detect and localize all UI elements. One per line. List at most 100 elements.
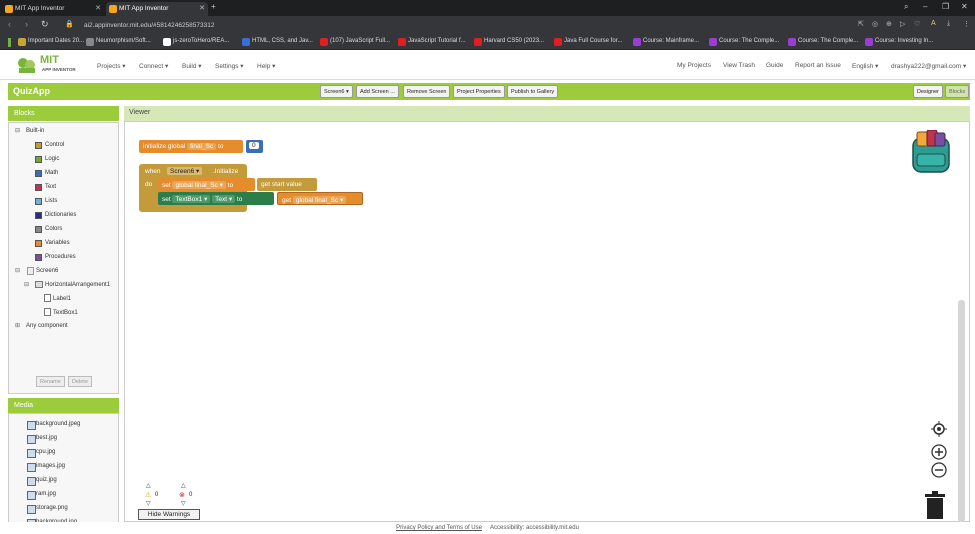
bookmark-item[interactable]: Course: The Comple...	[788, 38, 858, 46]
bookmark-item[interactable]: Course: The Comple...	[709, 38, 779, 46]
block-category-text[interactable]: Text	[35, 184, 56, 191]
blocks-button[interactable]: Blocks	[945, 85, 970, 98]
expand-any-component-icon[interactable]: ⊞	[15, 322, 20, 329]
menu-item[interactable]: Build ▾	[182, 62, 202, 70]
menu-item[interactable]: Report an Issue	[795, 62, 841, 69]
media-file[interactable]: best.jpg	[27, 435, 57, 444]
menu-item[interactable]: My Projects	[677, 62, 711, 69]
get-variable-dropdown[interactable]: global final_Sc ▾	[292, 196, 347, 204]
menu-item[interactable]: Projects ▾	[97, 62, 126, 70]
close-tab-icon[interactable]: ✕	[95, 4, 101, 12]
block-category-procedures[interactable]: Procedures	[35, 254, 76, 261]
toolbar-button[interactable]: Project Properties	[453, 85, 505, 98]
search-tabs-icon[interactable]: ⌕	[904, 2, 908, 12]
download-icon[interactable]: ⤓	[947, 20, 950, 28]
block-category-logic[interactable]: Logic	[35, 156, 59, 163]
block-category-control[interactable]: Control	[35, 142, 64, 149]
block-category-lists[interactable]: Lists	[35, 198, 57, 205]
designer-button[interactable]: Designer	[913, 85, 944, 98]
zoom-in-icon[interactable]	[931, 444, 947, 460]
bookmark-item[interactable]: HTML, CSS, and Jav...	[242, 38, 313, 46]
screen-dropdown[interactable]: Screen6 ▾	[167, 167, 203, 175]
errors-up-icon[interactable]: △	[181, 482, 186, 489]
back-icon[interactable]: ‹	[8, 19, 11, 29]
set-textbox-text-block[interactable]: set TextBox1 ▾ Text ▾ to	[158, 192, 274, 205]
menu-item[interactable]: Guide	[766, 62, 783, 69]
reload-icon[interactable]: ↻	[41, 19, 49, 30]
tree-any-component[interactable]: Any component	[26, 323, 68, 329]
new-tab-icon[interactable]: +	[211, 2, 216, 11]
privacy-policy-link[interactable]: Privacy Policy and Terms of Use	[396, 525, 482, 531]
media-file[interactable]: cpu.jpg	[27, 449, 55, 458]
bookmark-item[interactable]: JavaScript Tutorial f...	[398, 38, 466, 46]
block-category-colors[interactable]: Colors	[35, 226, 62, 233]
hide-warnings-button[interactable]: Hide Warnings	[138, 509, 200, 520]
property-dropdown[interactable]: Text ▾	[212, 195, 236, 203]
global-variable-dropdown[interactable]: global final_Sc ▾	[172, 181, 226, 189]
rename-button[interactable]: Rename	[36, 376, 65, 387]
menu-item[interactable]: Settings ▾	[215, 62, 244, 70]
block-category-math[interactable]: Math	[35, 170, 58, 177]
initialize-global-block[interactable]: initialize global final_Sc to	[139, 140, 243, 153]
collapse-arrangement-icon[interactable]: ⊟	[24, 281, 29, 288]
media-file[interactable]: background.jpeg	[27, 421, 80, 430]
menu-item[interactable]: drashya222@gmail.com ▾	[891, 62, 966, 70]
screenshot-icon[interactable]: ◎	[872, 20, 878, 28]
warnings-up-icon[interactable]: △	[146, 482, 151, 489]
set-global-block[interactable]: set global final_Sc ▾ to	[158, 178, 255, 191]
trash-can-icon[interactable]	[924, 491, 946, 520]
browser-tab-1[interactable]: MIT App Inventor ✕	[2, 2, 104, 16]
number-value-field[interactable]: 0	[249, 142, 259, 149]
media-file[interactable]: images.jpg	[27, 463, 65, 472]
extensions-icon[interactable]: ⊕	[886, 20, 892, 28]
close-window-icon[interactable]: ✕	[961, 2, 968, 11]
number-block[interactable]: 0	[246, 140, 263, 153]
bookmark-item[interactable]: Course: Investing In...	[865, 38, 933, 46]
get-start-value-block[interactable]: get start value	[257, 178, 317, 191]
media-file[interactable]: storage.png	[27, 505, 68, 514]
block-category-variables[interactable]: Variables	[35, 240, 70, 247]
toolbar-button[interactable]: Remove Screen	[403, 85, 451, 98]
bookmark-item[interactable]: Harvard CS50 (2023...	[474, 38, 544, 46]
menu-item[interactable]: Connect ▾	[139, 62, 168, 70]
recenter-icon[interactable]	[931, 421, 947, 437]
component-dropdown[interactable]: TextBox1 ▾	[172, 195, 211, 203]
zoom-out-icon[interactable]	[931, 462, 947, 478]
builtin-label[interactable]: Built-in	[26, 128, 44, 134]
bookmark-item[interactable]: js-zeroToHero/REA...	[163, 38, 229, 46]
app-inventor-logo-icon[interactable]	[15, 55, 39, 75]
get-global-block[interactable]: get global final_Sc ▾	[277, 192, 363, 205]
tree-textbox1[interactable]: TextBox1	[53, 310, 78, 316]
errors-down-icon[interactable]: ▽	[181, 500, 186, 507]
tree-label1[interactable]: Label1	[53, 296, 71, 302]
accessibility-link[interactable]: Accessibility: accessibility.mit.edu	[490, 525, 579, 531]
block-category-dictionaries[interactable]: Dictionaries	[35, 212, 76, 219]
share-icon[interactable]: ▷	[900, 20, 905, 28]
maximize-icon[interactable]: ❐	[942, 2, 949, 11]
forward-icon[interactable]: ›	[25, 19, 28, 29]
bookmark-item[interactable]: Neumorphism/Soft...	[86, 38, 151, 46]
profile-icon[interactable]: A	[931, 20, 936, 27]
menu-item[interactable]: View Trash	[723, 62, 755, 69]
workspace-scrollbar[interactable]	[958, 300, 965, 522]
apps-icon[interactable]	[8, 38, 11, 47]
collapse-screen-icon[interactable]: ⊟	[15, 267, 20, 274]
backpack-icon[interactable]	[907, 130, 955, 174]
tree-screen6[interactable]: Screen6	[36, 268, 58, 274]
toolbar-button[interactable]: Add Screen ...	[356, 85, 399, 98]
media-file[interactable]: ram.jpg	[27, 491, 56, 500]
more-menu-icon[interactable]: ⋮	[963, 20, 970, 28]
bookmark-item[interactable]: Course: Mainframe...	[633, 38, 699, 46]
favorite-icon[interactable]: ♡	[914, 20, 920, 28]
bookmark-item[interactable]: Java Full Course for...	[554, 38, 622, 46]
bookmark-item[interactable]: (107) JavaScript Full...	[320, 38, 390, 46]
close-tab-icon[interactable]: ✕	[199, 4, 205, 12]
tree-horizontal-arrangement[interactable]: HorizontalArrangement1	[45, 282, 110, 288]
url-field[interactable]: ai2.appinventor.mit.edu/#581424625857331…	[70, 19, 860, 33]
toolbar-button[interactable]: Screen6 ▾	[320, 85, 353, 98]
delete-button[interactable]: Delete	[68, 376, 92, 387]
warnings-down-icon[interactable]: ▽	[146, 500, 151, 507]
minimize-icon[interactable]: –	[923, 2, 927, 11]
install-app-icon[interactable]: ⇱	[858, 20, 864, 28]
browser-tab-2[interactable]: MIT App Inventor ✕	[106, 2, 208, 16]
